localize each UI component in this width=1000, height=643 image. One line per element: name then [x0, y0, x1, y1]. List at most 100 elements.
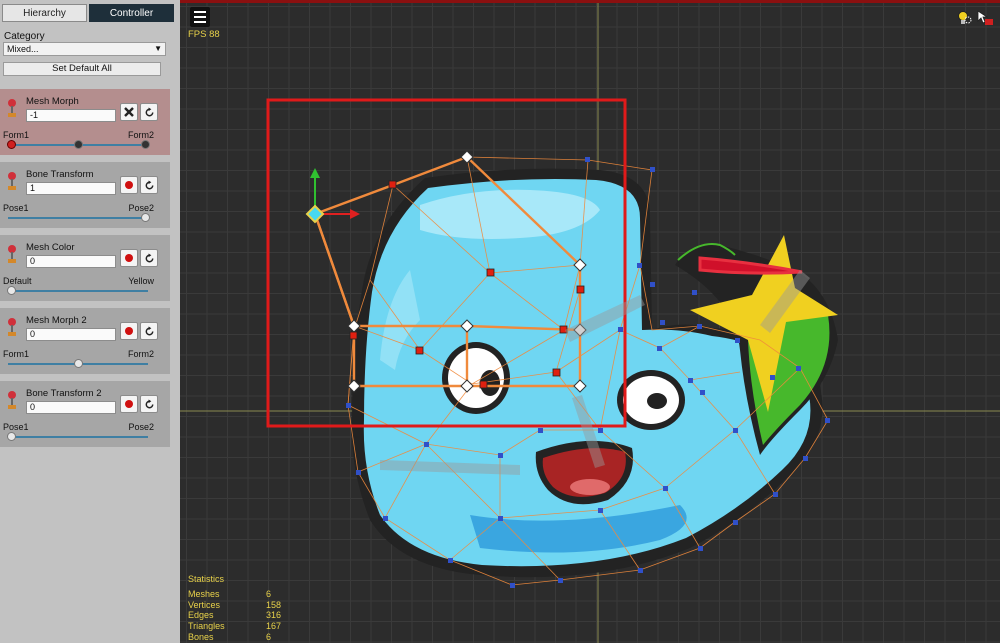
record-button[interactable] — [120, 322, 138, 340]
cursor-icon[interactable] — [976, 10, 994, 26]
controller-value-field[interactable]: 0 — [26, 401, 116, 414]
controller-name: Bone Transform — [26, 169, 94, 180]
joystick-icon — [8, 318, 16, 336]
record-icon — [125, 400, 133, 408]
tongue — [570, 479, 610, 495]
stat-row: Edges 316 — [188, 610, 281, 621]
slider-min-label: Pose1 — [3, 203, 29, 213]
slider-knob[interactable] — [74, 359, 83, 368]
gizmo-pivot[interactable] — [305, 204, 325, 224]
scene-viewport[interactable]: FPS 88 Statistics Meshes 6 Vertices 158 … — [180, 0, 1000, 643]
joystick-icon — [8, 245, 16, 263]
joystick-icon — [8, 172, 16, 190]
reset-icon — [145, 252, 153, 262]
slider-marker — [141, 140, 150, 149]
record-icon — [125, 254, 133, 262]
controller-item: Mesh Color 0 Default Yellow — [0, 235, 170, 301]
controller-panel: Hierarchy Controller Category Mixed... ▼… — [0, 0, 176, 643]
controller-item: Mesh Morph -1 Form1 Form2 — [0, 89, 170, 155]
close-icon — [124, 107, 134, 117]
stat-label: Bones — [188, 631, 214, 642]
tab-hierarchy[interactable]: Hierarchy — [2, 4, 87, 22]
record-button[interactable] — [120, 176, 138, 194]
stat-row: Bones 6 — [188, 632, 281, 643]
reset-icon — [145, 179, 153, 189]
statistics-overlay: Statistics Meshes 6 Vertices 158 Edges 3… — [188, 574, 281, 643]
controller-value-field[interactable]: 1 — [26, 182, 116, 195]
controller-name: Mesh Morph — [26, 96, 79, 107]
stat-label: Vertices — [188, 599, 221, 610]
stat-label: Triangles — [188, 621, 225, 632]
stat-value: 167 — [266, 621, 282, 632]
record-icon — [125, 181, 133, 189]
slider-marker — [74, 140, 83, 149]
gizmo-x-arrow[interactable] — [350, 209, 360, 219]
slider-track[interactable] — [8, 217, 148, 219]
viewport-top-border — [180, 0, 1000, 3]
stat-value: 6 — [266, 588, 272, 599]
stat-label: Meshes — [188, 588, 220, 599]
reset-button[interactable] — [140, 103, 158, 121]
controller-item: Bone Transform 1 Pose1 Pose2 — [0, 162, 170, 228]
controller-item: Mesh Morph 2 0 Form1 Form2 — [0, 308, 170, 374]
reset-icon — [145, 398, 153, 408]
tab-controller[interactable]: Controller — [89, 4, 174, 22]
fps-counter: FPS 88 — [188, 29, 220, 40]
reset-icon — [145, 325, 153, 335]
slider-knob[interactable] — [7, 286, 16, 295]
slider-min-label: Form1 — [3, 130, 30, 140]
stat-row: Triangles 167 — [188, 621, 281, 632]
category-dropdown[interactable]: Mixed... ▼ — [3, 42, 166, 56]
controller-name: Mesh Morph 2 — [26, 315, 87, 326]
stat-value: 6 — [266, 631, 272, 642]
slider-max-label: Form2 — [127, 349, 154, 359]
slider-max-label: Pose2 — [128, 203, 154, 213]
controller-name: Mesh Color — [26, 242, 75, 253]
category-label: Category — [4, 31, 45, 42]
transform-gizmo[interactable] — [305, 168, 360, 224]
remove-button[interactable] — [120, 103, 138, 121]
slider-track[interactable] — [8, 436, 148, 438]
slider-knob[interactable] — [141, 213, 150, 222]
set-default-all-button[interactable]: Set Default All — [3, 62, 161, 76]
record-button[interactable] — [120, 249, 138, 267]
category-selected-value: Mixed... — [7, 44, 39, 54]
slider-knob[interactable] — [7, 432, 16, 441]
record-button[interactable] — [120, 395, 138, 413]
scene-canvas[interactable] — [180, 0, 1000, 643]
gizmo-y-arrow[interactable] — [310, 168, 320, 178]
menu-button[interactable] — [190, 7, 210, 27]
stat-value: 158 — [266, 599, 282, 610]
reset-button[interactable] — [140, 249, 158, 267]
controller-value-field[interactable]: 0 — [26, 255, 116, 268]
slider-max-label: Yellow — [128, 276, 154, 286]
stat-row: Meshes 6 — [188, 589, 281, 600]
statistics-title: Statistics — [188, 574, 225, 584]
lightbulb-icon[interactable] — [955, 10, 973, 26]
joystick-icon — [8, 391, 16, 409]
slider-max-label: Form2 — [127, 130, 154, 140]
stat-label: Edges — [188, 610, 214, 621]
panel-tabs: Hierarchy Controller — [2, 4, 174, 22]
joystick-icon — [8, 99, 16, 117]
slider-min-label: Default — [3, 276, 32, 286]
chevron-down-icon: ▼ — [154, 44, 162, 53]
slider-knob[interactable] — [7, 140, 16, 149]
hamburger-icon — [194, 11, 206, 13]
reset-button[interactable] — [140, 395, 158, 413]
reset-icon — [145, 106, 153, 116]
controller-value-field[interactable]: -1 — [26, 109, 116, 122]
stat-row: Vertices 158 — [188, 600, 281, 611]
stat-value: 316 — [266, 610, 282, 621]
slider-min-label: Pose1 — [3, 422, 29, 432]
controller-name: Bone Transform 2 — [26, 388, 102, 399]
controller-item: Bone Transform 2 0 Pose1 Pose2 — [0, 381, 170, 447]
record-icon — [125, 327, 133, 335]
right-pupil — [647, 393, 667, 409]
viewport-toolbar — [955, 10, 994, 26]
controller-value-field[interactable]: 0 — [26, 328, 116, 341]
reset-button[interactable] — [140, 322, 158, 340]
reset-button[interactable] — [140, 176, 158, 194]
slider-track[interactable] — [8, 290, 148, 292]
slider-min-label: Form1 — [3, 349, 30, 359]
